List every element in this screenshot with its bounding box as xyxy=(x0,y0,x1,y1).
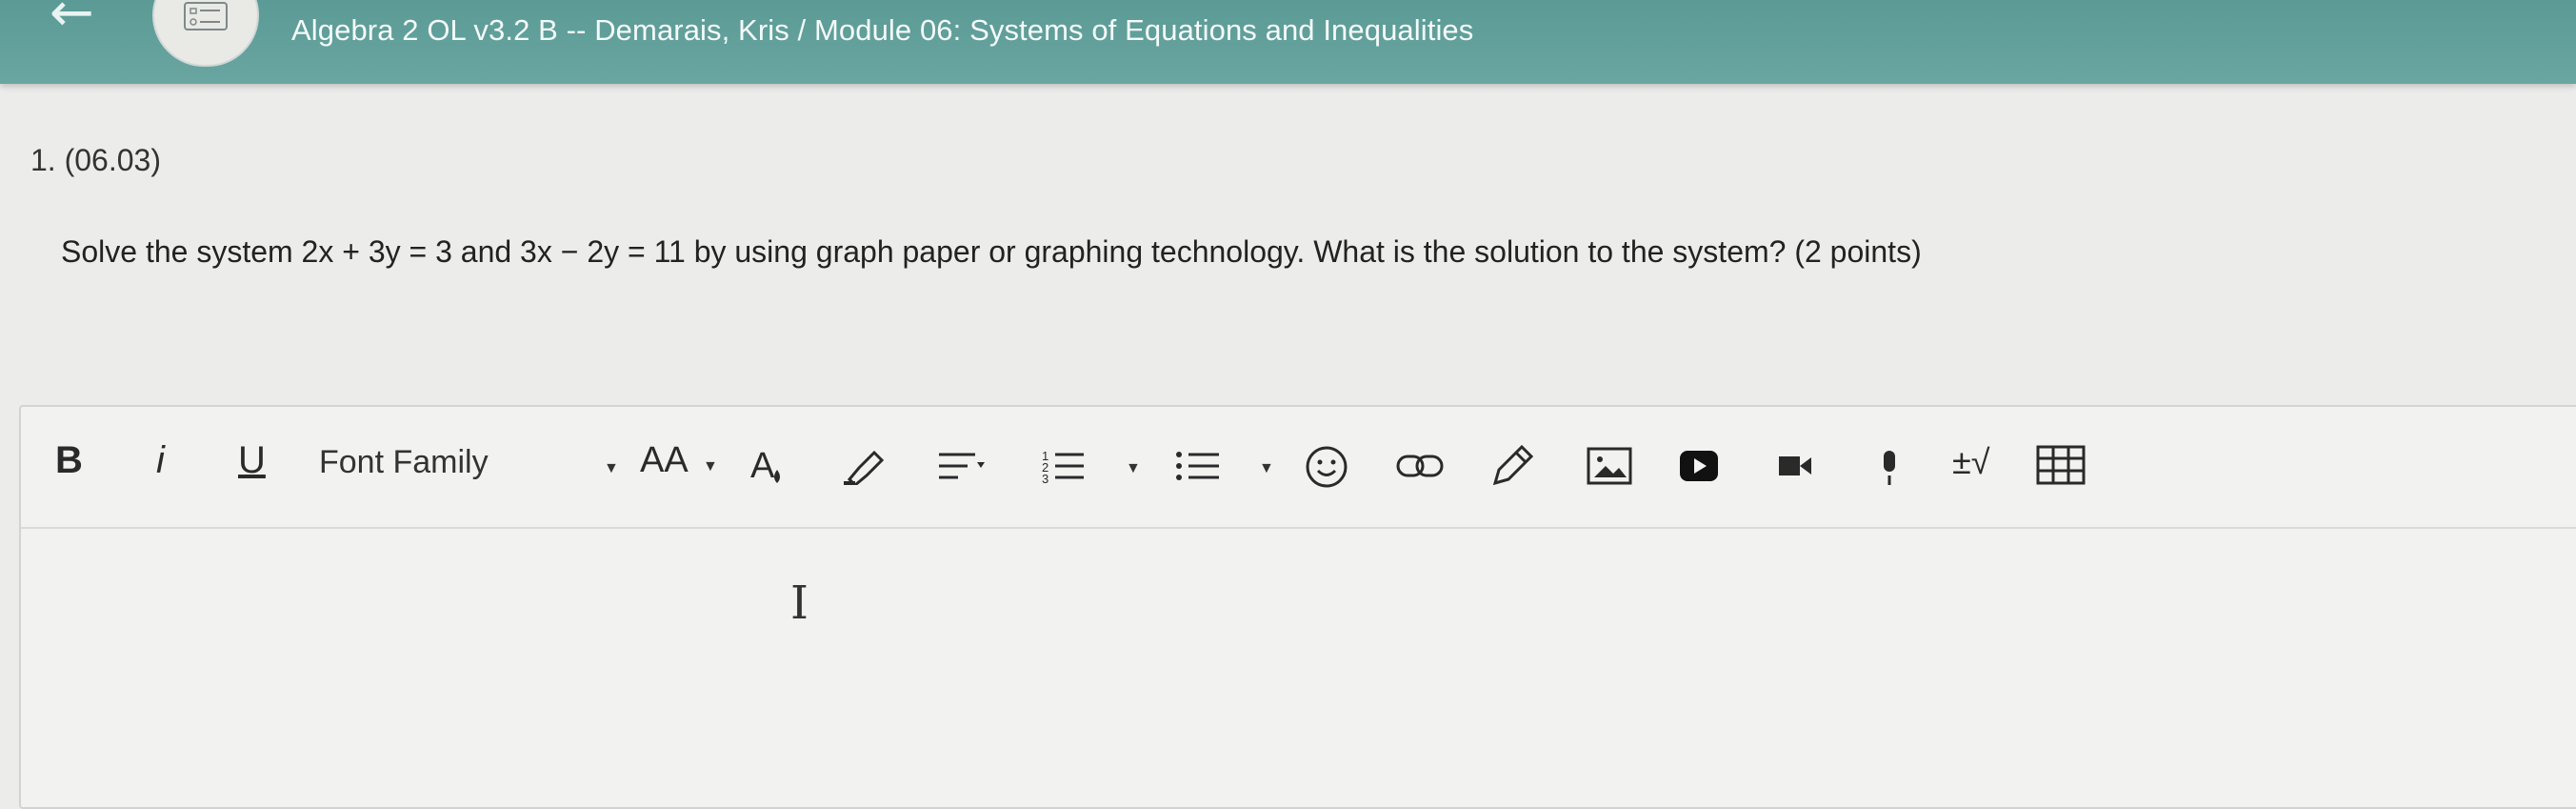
menu-button[interactable] xyxy=(152,0,259,67)
emoji-icon[interactable] xyxy=(1305,445,1348,489)
numbered-list-icon[interactable]: 123 xyxy=(1042,447,1095,485)
question-prompt: Solve the system 2x + 3y = 3 and 3x − 2y… xyxy=(61,234,1922,269)
numbered-list-caret-icon[interactable]: ▼ xyxy=(1126,460,1141,477)
microphone-icon[interactable] xyxy=(1878,449,1901,487)
font-family-select[interactable]: Font Family xyxy=(319,443,489,481)
bullet-list-icon[interactable] xyxy=(1175,447,1223,485)
font-size-caret-icon[interactable]: ▼ xyxy=(703,458,718,475)
answer-text-area[interactable] xyxy=(21,529,2576,805)
math-equation-button[interactable]: ±√ xyxy=(1952,443,1990,481)
italic-button[interactable]: i xyxy=(156,441,165,479)
question-number: 1. (06.03) xyxy=(30,143,161,177)
image-icon[interactable] xyxy=(1587,447,1632,485)
answer-editor: B i U Font Family ▼ AA ▼ A 123 ▼ ▼ ±√ I xyxy=(19,405,2576,809)
link-icon[interactable] xyxy=(1396,451,1444,483)
arrow-left-icon[interactable]: ← xyxy=(50,0,116,40)
pencil-icon[interactable] xyxy=(1489,445,1533,489)
font-size-select[interactable]: AA xyxy=(640,441,689,479)
editor-toolbar: B i U Font Family ▼ AA ▼ A 123 ▼ ▼ ±√ xyxy=(21,407,2576,529)
font-color-icon[interactable]: A xyxy=(749,443,790,487)
font-family-caret-icon[interactable]: ▼ xyxy=(604,460,619,477)
bold-button[interactable]: B xyxy=(55,441,83,479)
text-cursor-icon: I xyxy=(790,576,809,630)
table-icon[interactable] xyxy=(2036,445,2086,485)
video-play-icon[interactable] xyxy=(1678,449,1720,483)
course-title: Algebra 2 OL v3.2 B -- Demarais, Kris / … xyxy=(291,13,1474,47)
app-header: ← Algebra 2 OL v3.2 B -- Demarais, Kris … xyxy=(0,0,2576,84)
underline-button[interactable]: U xyxy=(238,441,266,479)
video-camera-icon[interactable] xyxy=(1779,455,1811,477)
align-icon[interactable] xyxy=(937,451,985,483)
checklist-icon xyxy=(184,2,228,30)
bullet-list-caret-icon[interactable]: ▼ xyxy=(1259,460,1274,477)
svg-text:A: A xyxy=(750,446,775,486)
svg-text:3: 3 xyxy=(1042,472,1048,485)
highlighter-icon[interactable] xyxy=(842,447,888,485)
